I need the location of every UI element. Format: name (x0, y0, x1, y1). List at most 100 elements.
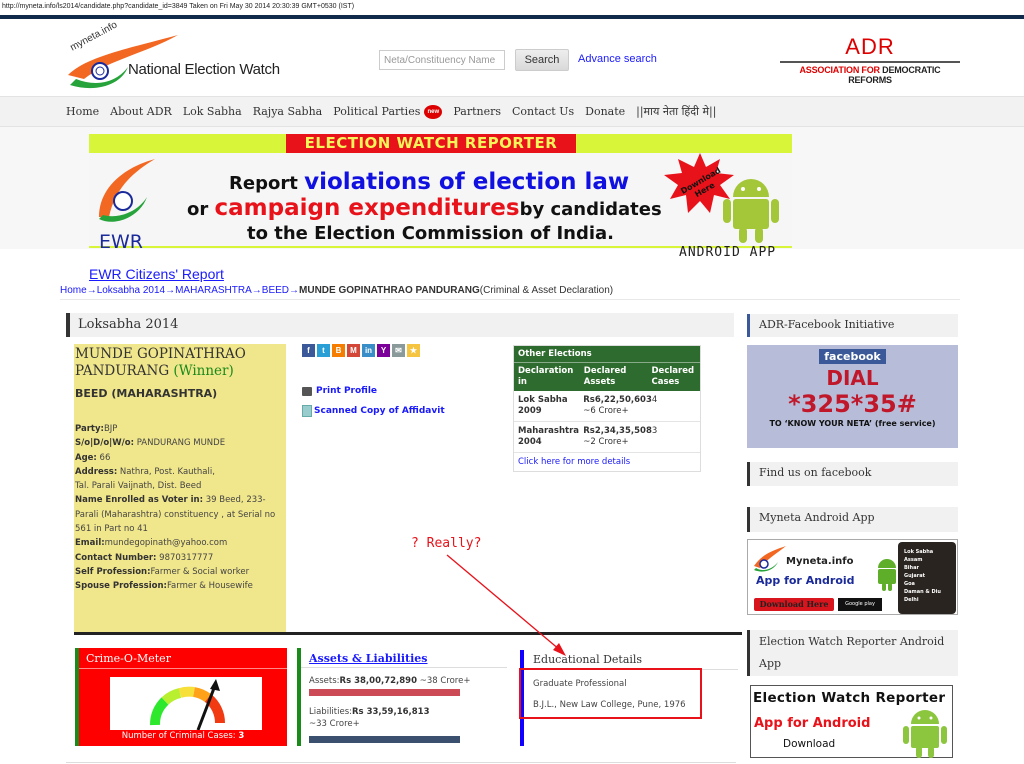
nav-donate[interactable]: Donate (585, 104, 625, 119)
field-age: Age: 66 (75, 451, 286, 465)
banner-line-3: to the Election Commission of India. (247, 223, 615, 244)
col-header-cases: Declared Cases (651, 366, 695, 387)
nav-rajya-sabha[interactable]: Rajya Sabha (253, 104, 323, 119)
search-input[interactable] (379, 50, 505, 70)
liabilities-line: Liabilities:Rs 33,59,16,813 ~33 Crore+ (301, 696, 507, 730)
print-profile-link[interactable]: Print Profile (316, 386, 377, 396)
liabilities-bar (309, 736, 460, 743)
logo-text: National Election Watch (128, 61, 280, 78)
email-icon[interactable]: ✉ (392, 344, 405, 357)
col-header-declaration: Declaration in (518, 366, 574, 387)
nav-political-parties-label: Political Parties (333, 105, 421, 118)
nav-contact-us[interactable]: Contact Us (512, 104, 574, 119)
field-label: Spouse Profession: (75, 581, 167, 592)
ewr-app-title: Election Watch Reporter (753, 690, 946, 706)
linkedin-icon[interactable]: in (362, 344, 375, 357)
more-details-link[interactable]: Click here for more details (518, 457, 630, 467)
affidavit-row: Scanned Copy of Affidavit (302, 405, 445, 417)
field-contact: Contact Number: 9870317777 (75, 551, 286, 565)
adr-logo-rule (780, 61, 960, 63)
divider (66, 762, 736, 763)
myneta-app-for-android: App for Android (756, 574, 855, 587)
advance-search-link[interactable]: Advance search (578, 53, 657, 65)
other-elections-table: Other Elections Declaration in Declared … (513, 345, 701, 472)
fb-dial-label: DIAL (826, 366, 879, 390)
nav-lok-sabha[interactable]: Lok Sabha (183, 104, 242, 119)
breadcrumb-current: MUNDE GOPINATHRAO PANDURANG (299, 285, 480, 296)
cell-election: Maharashtra 2004 (518, 426, 580, 447)
nav-hindi[interactable]: ||माय नेता हिंदी मे|| (636, 104, 716, 119)
gmail-icon[interactable]: M (347, 344, 360, 357)
liabilities-value: Rs 33,59,16,813 (352, 707, 430, 717)
blogger-icon[interactable]: B (332, 344, 345, 357)
nav-home[interactable]: Home (66, 104, 99, 119)
assets-bar (309, 689, 460, 696)
myneta-logo[interactable]: myneta.info National Election Watch (66, 20, 291, 91)
twitter-icon[interactable]: t (317, 344, 330, 357)
assets-liabilities-link[interactable]: Assets & Liabilities (301, 648, 507, 668)
annotation-text: ? Really? (411, 536, 482, 551)
nav-partners[interactable]: Partners (453, 104, 501, 119)
cell-assets-value: Rs2,34,35,508 (583, 426, 652, 436)
nav-political-parties[interactable]: Political Parties new (333, 104, 443, 119)
android-robot-icon (903, 710, 947, 758)
field-party: Party:BJP (75, 422, 286, 436)
breadcrumb-constituency[interactable]: BEED (262, 285, 289, 296)
android-app-label: ANDROID APP (679, 245, 777, 260)
sidebar-ewr-app-title: Election Watch Reporter Android App (747, 630, 958, 676)
field-label: Contact Number: (75, 552, 157, 563)
field-relation: S/o|D/o|W/o: PANDURANG MUNDE (75, 436, 286, 450)
tablet-state-item: Daman & Diu (904, 589, 941, 595)
annotation-highlight-box (519, 668, 702, 719)
printer-icon (302, 386, 312, 396)
ewr-citizens-report-link[interactable]: EWR Citizens' Report (89, 266, 224, 282)
field-value: PANDURANG MUNDE (134, 438, 226, 449)
cell-assets: Rs2,34,35,508 ~2 Crore+ (583, 426, 652, 448)
yahoo-mail-icon[interactable]: Y (377, 344, 390, 357)
nav-about-adr[interactable]: About ADR (110, 104, 172, 119)
ewr-banner[interactable]: ELECTION WATCH REPORTER EWR Report viola… (89, 134, 792, 260)
winner-status: (Winner) (173, 363, 234, 379)
adr-full-name-red: ASSOCIATION FOR (799, 65, 883, 75)
assets-value: Rs 38,00,72,890 (339, 676, 418, 686)
ewr-app-subtitle: App for Android (754, 716, 871, 731)
divider (74, 632, 742, 635)
breadcrumb-loksabha-2014[interactable]: Loksabha 2014 (97, 285, 165, 296)
site-header: myneta.info National Election Watch Sear… (0, 19, 1024, 96)
divider (60, 299, 960, 300)
educational-details-title: Educational Details (524, 650, 738, 670)
favorite-icon[interactable]: ★ (407, 344, 420, 357)
adr-logo[interactable]: ADR ASSOCIATION FOR DEMOCRATIC REFORMS (780, 35, 960, 85)
facebook-icon[interactable]: f (302, 344, 315, 357)
banner-line-2-highlight: campaign expenditures (214, 195, 520, 221)
field-address: Address: Nathra, Post. Kauthali, Tal. Pa… (75, 465, 286, 494)
crime-gauge (110, 677, 262, 731)
google-play-badge[interactable]: Google play (838, 598, 882, 611)
affidavit-link[interactable]: Scanned Copy of Affidavit (314, 406, 445, 416)
fb-dial-banner[interactable]: facebook DIAL *325*35# TO ‘KNOW YOUR NET… (747, 345, 958, 448)
field-label: Age: (75, 452, 97, 463)
banner-line-1-highlight: violations of election law (304, 169, 630, 195)
banner-line-2-suffix: by candidates (519, 199, 662, 220)
criminal-cases-value: 3 (238, 731, 245, 741)
myneta-app-banner[interactable]: Myneta.info App for Android Download Her… (747, 539, 958, 615)
search-button[interactable]: Search (515, 49, 569, 71)
breadcrumb-state[interactable]: MAHARASHTRA (175, 285, 252, 296)
banner-title: ELECTION WATCH REPORTER (286, 134, 576, 153)
breadcrumb-home[interactable]: Home (60, 285, 87, 296)
tablet-state-item: Bihar (904, 565, 919, 571)
ewr-app-banner[interactable]: Election Watch Reporter App for Android … (750, 685, 953, 758)
myneta-download-button[interactable]: Download Here (754, 598, 834, 611)
table-row: Maharashtra 2004 Rs2,34,35,508 ~2 Crore+ … (514, 422, 700, 453)
profile-links: Print Profile Scanned Copy of Affidavit (302, 386, 445, 426)
tablet-image: Lok Sabha Assam Bihar Gujarat Goa Daman & Diu… (898, 542, 956, 614)
breadcrumb-separator: → (289, 285, 300, 296)
cell-election: Lok Sabha 2009 (518, 395, 568, 416)
field-value: Farmer & Housewife (166, 581, 253, 592)
field-label: Party: (75, 424, 104, 434)
tablet-state-item: Goa (904, 581, 915, 587)
tablet-state-item: Gujarat (904, 573, 925, 579)
field-label: S/o|D/o|W/o: (75, 438, 134, 449)
cell-cases: 3 (651, 426, 658, 436)
myneta-mini-logo-icon (754, 546, 786, 572)
